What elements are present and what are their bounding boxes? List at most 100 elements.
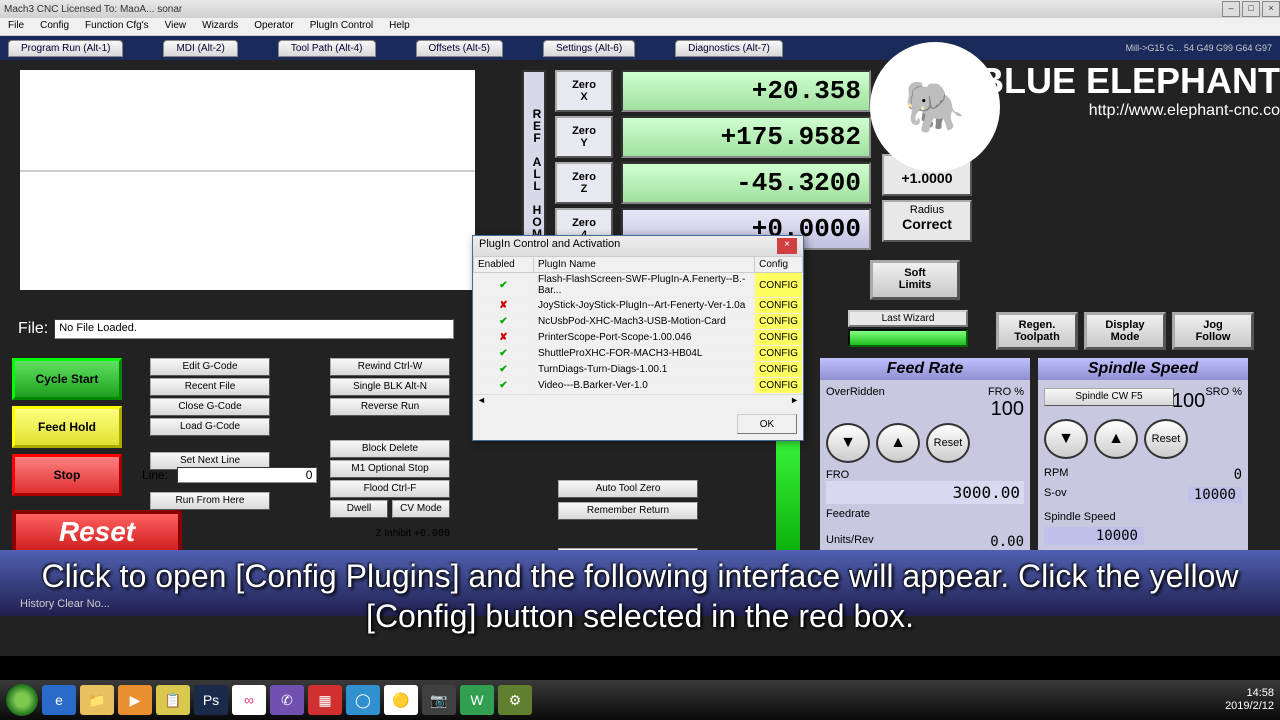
feed-reset-button[interactable]: Reset: [926, 423, 970, 463]
close-icon[interactable]: ×: [1262, 1, 1280, 17]
load-gcode-button[interactable]: Load G-Code: [150, 418, 270, 436]
spindle-dec-button[interactable]: ▼: [1044, 419, 1088, 459]
flood-button[interactable]: Flood Ctrl-F: [330, 480, 450, 498]
m1-optional-stop-button[interactable]: M1 Optional Stop: [330, 460, 450, 478]
file-name-field[interactable]: No File Loaded.: [54, 319, 454, 339]
brand-text: BLUE ELEPHANT: [978, 60, 1280, 102]
close-gcode-button[interactable]: Close G-Code: [150, 398, 270, 416]
plugin-enabled-toggle[interactable]: [474, 330, 534, 346]
cv-mode-button[interactable]: CV Mode: [392, 500, 450, 518]
tab-mdi[interactable]: MDI (Alt-2): [163, 40, 237, 57]
recent-file-button[interactable]: Recent File: [150, 378, 270, 396]
history-bar[interactable]: History Clear No...: [20, 598, 110, 610]
camera-icon[interactable]: 📷: [422, 685, 456, 715]
spindle-reset-button[interactable]: Reset: [1144, 419, 1188, 459]
jog-follow-button[interactable]: JogFollow: [1172, 312, 1254, 350]
plugin-enabled-toggle[interactable]: [474, 362, 534, 378]
dro-y[interactable]: +175.9582: [621, 116, 871, 158]
menu-help[interactable]: Help: [381, 18, 418, 35]
browser2-icon[interactable]: ◯: [346, 685, 380, 715]
stop-button[interactable]: Stop: [12, 454, 122, 496]
dro-x[interactable]: +20.358: [621, 70, 871, 112]
dro-z[interactable]: -45.3200: [621, 162, 871, 204]
plugin-name-cell: Flash-FlashScreen-SWF-PlugIn-A.Fenerty--…: [534, 273, 755, 298]
soft-limits-button[interactable]: SoftLimits: [870, 260, 960, 300]
taskbar-clock[interactable]: 14:58 2019/2/12: [1225, 687, 1274, 713]
sov-value[interactable]: 10000: [1188, 487, 1242, 503]
tab-tool-path[interactable]: Tool Path (Alt-4): [278, 40, 376, 57]
menu-operator[interactable]: Operator: [246, 18, 301, 35]
app-icon[interactable]: ∞: [232, 685, 266, 715]
remember-return-button[interactable]: Remember Return: [558, 502, 698, 520]
regen-toolpath-button[interactable]: Regen.Toolpath: [996, 312, 1078, 350]
plugin-name-cell: PrinterScope-Port-Scope-1.00.046: [534, 330, 755, 346]
display-mode-button[interactable]: DisplayMode: [1084, 312, 1166, 350]
dwell-button[interactable]: Dwell: [330, 500, 388, 518]
ie-icon[interactable]: e: [42, 685, 76, 715]
dialog-ok-button[interactable]: OK: [737, 414, 797, 434]
mach3-icon[interactable]: ⚙: [498, 685, 532, 715]
zero-z-button[interactable]: ZeroZ: [555, 162, 613, 204]
line-label: Line:: [142, 468, 168, 482]
pdf-icon[interactable]: ▦: [308, 685, 342, 715]
reset-button[interactable]: Reset: [12, 510, 182, 554]
workarea: REF ALL HOME ZeroX +20.358 ZeroY +175.95…: [0, 60, 1280, 656]
zero-y-button[interactable]: ZeroY: [555, 116, 613, 158]
tab-program-run[interactable]: Program Run (Alt-1): [8, 40, 123, 57]
minimize-icon[interactable]: –: [1222, 1, 1240, 17]
plugin-config-button[interactable]: CONFIG: [755, 378, 803, 394]
photoshop-icon[interactable]: Ps: [194, 685, 228, 715]
run-from-here-button[interactable]: Run From Here: [150, 492, 270, 510]
menu-file[interactable]: File: [0, 18, 32, 35]
edit-gcode-button[interactable]: Edit G-Code: [150, 358, 270, 376]
plugin-config-button[interactable]: CONFIG: [755, 298, 803, 314]
reverse-run-button[interactable]: Reverse Run: [330, 398, 450, 416]
plugin-enabled-toggle[interactable]: [474, 346, 534, 362]
menu-function-cfg[interactable]: Function Cfg's: [77, 18, 157, 35]
windows-taskbar: e 📁 ▶ 📋 Ps ∞ ✆ ▦ ◯ 🟡 📷 W ⚙ 14:58 2019/2/…: [0, 680, 1280, 720]
single-block-button[interactable]: Single BLK Alt-N: [330, 378, 450, 396]
plugin-config-button[interactable]: CONFIG: [755, 346, 803, 362]
window-titlebar: Mach3 CNC Licensed To: MaoA... sonar – □…: [0, 0, 1280, 18]
plugin-config-button[interactable]: CONFIG: [755, 273, 803, 298]
auto-tool-zero-button[interactable]: Auto Tool Zero: [558, 480, 698, 498]
explorer-icon[interactable]: 📁: [80, 685, 114, 715]
menu-config[interactable]: Config: [32, 18, 77, 35]
whatsapp-icon[interactable]: W: [460, 685, 494, 715]
spindle-speed-value[interactable]: 10000: [1044, 527, 1144, 545]
menu-wizards[interactable]: Wizards: [194, 18, 246, 35]
media-icon[interactable]: ▶: [118, 685, 152, 715]
notes-icon[interactable]: 📋: [156, 685, 190, 715]
plugin-enabled-toggle[interactable]: [474, 298, 534, 314]
menu-view[interactable]: View: [157, 18, 195, 35]
feed-hold-button[interactable]: Feed Hold: [12, 406, 122, 448]
plugin-enabled-toggle[interactable]: [474, 378, 534, 394]
zero-x-button[interactable]: ZeroX: [555, 70, 613, 112]
fro-pct-label: FRO %: [988, 386, 1024, 398]
chrome-icon[interactable]: 🟡: [384, 685, 418, 715]
feed-dec-button[interactable]: ▼: [826, 423, 870, 463]
cycle-start-button[interactable]: Cycle Start: [12, 358, 122, 400]
viber-icon[interactable]: ✆: [270, 685, 304, 715]
tab-diagnostics[interactable]: Diagnostics (Alt-7): [675, 40, 783, 57]
menu-plugin-control[interactable]: PlugIn Control: [302, 18, 381, 35]
start-button-icon[interactable]: [6, 684, 38, 716]
feed-inc-button[interactable]: ▲: [876, 423, 920, 463]
line-value[interactable]: 0: [177, 467, 317, 483]
dialog-close-icon[interactable]: ×: [777, 238, 797, 254]
gcode-viewer[interactable]: [20, 70, 475, 290]
screen-tabs: Program Run (Alt-1) MDI (Alt-2) Tool Pat…: [0, 36, 1280, 60]
plugin-enabled-toggle[interactable]: [474, 273, 534, 298]
radius-correct-box[interactable]: RadiusCorrect: [882, 200, 972, 242]
spindle-inc-button[interactable]: ▲: [1094, 419, 1138, 459]
plugin-config-button[interactable]: CONFIG: [755, 330, 803, 346]
tab-offsets[interactable]: Offsets (Alt-5): [416, 40, 504, 57]
block-delete-button[interactable]: Block Delete: [330, 440, 450, 458]
tab-settings[interactable]: Settings (Alt-6): [543, 40, 635, 57]
plugin-enabled-toggle[interactable]: [474, 314, 534, 330]
plugin-config-button[interactable]: CONFIG: [755, 314, 803, 330]
maximize-icon[interactable]: □: [1242, 1, 1260, 17]
rewind-button[interactable]: Rewind Ctrl-W: [330, 358, 450, 376]
fro-value[interactable]: 3000.00: [826, 481, 1024, 504]
plugin-config-button[interactable]: CONFIG: [755, 362, 803, 378]
